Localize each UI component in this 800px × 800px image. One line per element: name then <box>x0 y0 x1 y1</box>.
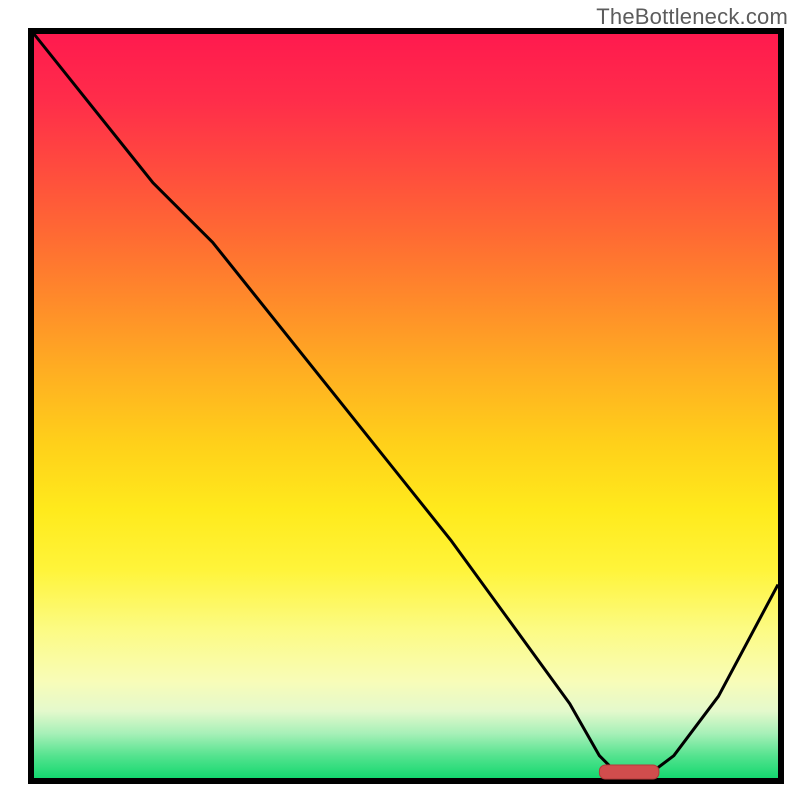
curve-layer <box>34 34 778 778</box>
minimum-marker <box>599 765 659 779</box>
bottleneck-curve <box>34 34 778 778</box>
plot-frame <box>28 28 784 784</box>
watermark-text: TheBottleneck.com <box>596 4 788 30</box>
chart-container: TheBottleneck.com <box>0 0 800 800</box>
